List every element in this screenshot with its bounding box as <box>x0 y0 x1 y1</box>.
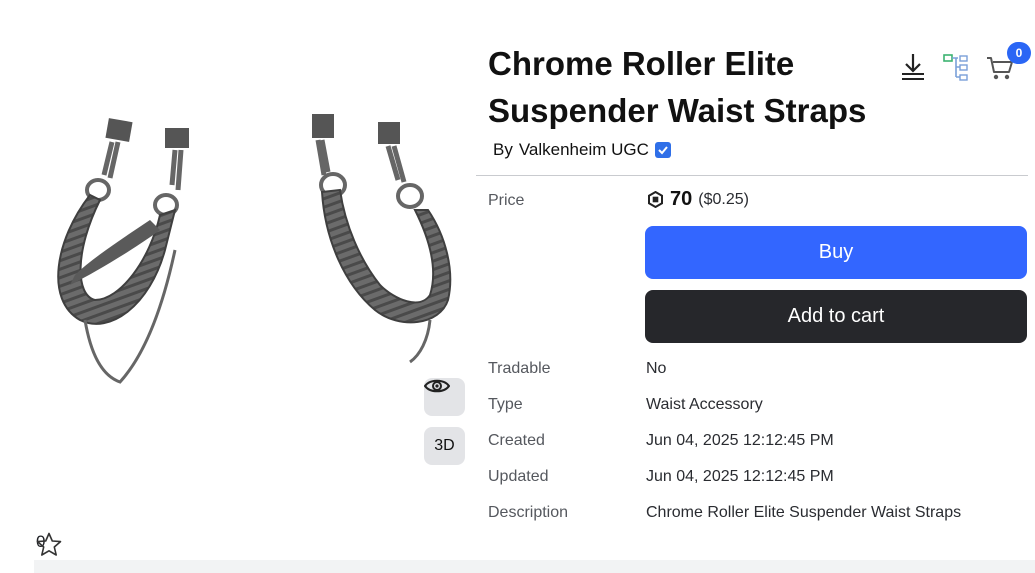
price-value: 70 ($0.25) <box>647 188 749 211</box>
hierarchy-icon <box>943 54 968 81</box>
item-thumbnail <box>57 114 452 384</box>
price-amount: 70 <box>670 188 693 210</box>
tradable-label: Tradable <box>488 360 551 377</box>
download-button[interactable] <box>898 50 928 84</box>
updated-value: Jun 04, 2025 12:12:45 PM <box>646 468 834 485</box>
created-label: Created <box>488 432 545 449</box>
by-prefix: By <box>493 140 513 159</box>
star-icon[interactable] <box>36 532 62 557</box>
download-icon <box>902 54 924 80</box>
updated-label: Updated <box>488 468 549 485</box>
type-value: Waist Accessory <box>646 396 763 413</box>
verified-badge-icon <box>654 142 671 158</box>
price-usd: ($0.25) <box>698 190 749 208</box>
creator-link[interactable]: Valkenheim UGC <box>519 140 649 160</box>
favorite-control: 0 <box>36 532 62 556</box>
buy-button[interactable]: Buy <box>645 226 1027 279</box>
strap-side-view <box>312 114 452 364</box>
type-label: Type <box>488 396 523 413</box>
item-title: Chrome Roller Elite Suspender Waist Stra… <box>488 45 867 129</box>
price-label: Price <box>488 192 525 209</box>
byline: By Valkenheim UGC <box>493 140 671 160</box>
header-divider <box>476 175 1028 176</box>
description-label: Description <box>488 504 569 521</box>
footer-strip <box>34 560 1035 573</box>
eye-icon <box>424 379 450 393</box>
robux-icon <box>648 191 663 208</box>
tradable-value: No <box>646 360 667 377</box>
view-3d-button[interactable]: 3D <box>424 427 465 465</box>
item-preview: 3D 0 <box>0 0 475 560</box>
hierarchy-button[interactable] <box>942 50 972 84</box>
created-value: Jun 04, 2025 12:12:45 PM <box>646 432 834 449</box>
strap-front-view <box>57 118 189 384</box>
add-to-cart-button[interactable]: Add to cart <box>645 290 1027 343</box>
toggle-preview-button[interactable] <box>424 378 465 416</box>
cart-count-badge: 0 <box>1007 42 1031 64</box>
description-value: Chrome Roller Elite Suspender Waist Stra… <box>646 504 962 521</box>
